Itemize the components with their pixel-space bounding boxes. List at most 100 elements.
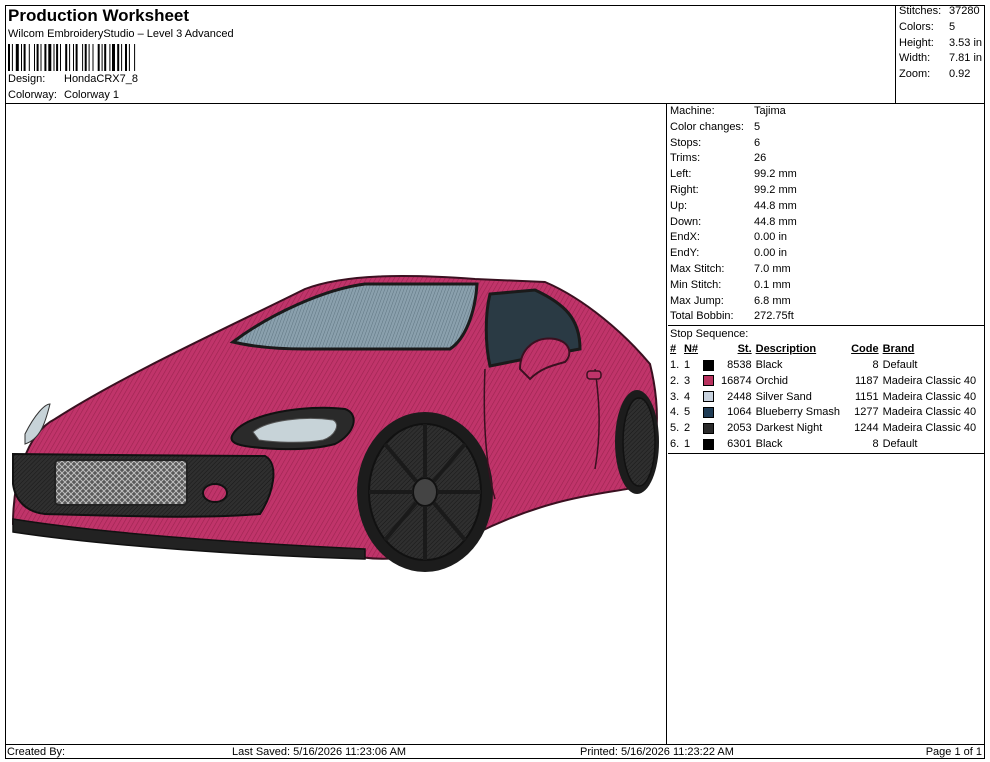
- stop-needle: 1: [683, 437, 691, 450]
- machine-info-row: Max Stitch: 7.0 mm: [668, 262, 985, 278]
- machine-info-row: Down: 44.8 mm: [668, 215, 985, 231]
- stop-code: 1244: [854, 422, 879, 435]
- machine-info-value: 26: [754, 152, 767, 165]
- table-row: 3. 4 2448 Silver Sand 1151 Madeira Classic 40: [668, 390, 984, 406]
- machine-info-value: 0.00 in: [754, 247, 788, 260]
- machine-info-value: 99.2 mm: [754, 168, 797, 181]
- stop-stitches: 6301: [727, 437, 752, 450]
- machine-info-label: Stops:: [670, 136, 702, 149]
- worksheet-header: Production Worksheet Wilcom EmbroiderySt…: [5, 5, 985, 104]
- barcode-icon: [8, 44, 136, 71]
- stop-num: 5.: [670, 422, 680, 435]
- table-row: 5. 2 2053 Darkest Night 1244 Madeira Classic …: [668, 421, 984, 437]
- machine-info-row: Color changes: 5: [668, 120, 985, 136]
- created-by: Created By:: [7, 746, 66, 758]
- table-row: 2. 3 16874 Orchid 1187 Madeira Classic 40: [668, 374, 984, 390]
- stop-code: 1187: [854, 374, 879, 387]
- stop-needle: 1: [683, 358, 691, 371]
- stop-description: Black: [755, 437, 783, 450]
- machine-info-label: Up:: [670, 199, 688, 212]
- machine-info-value: 44.8 mm: [754, 215, 797, 228]
- stop-stitches: 8538: [727, 358, 752, 371]
- width-label: Width:: [899, 52, 931, 64]
- machine-info-row: Up: 44.8 mm: [668, 199, 985, 215]
- color-swatch: [701, 437, 717, 453]
- machine-info-value: 272.75ft: [754, 310, 794, 323]
- machine-info-label: Total Bobbin:: [670, 310, 734, 323]
- machine-info-row: Machine: Tajima: [668, 104, 985, 120]
- swatch-icon: [703, 375, 715, 387]
- swatch-icon: [703, 422, 715, 434]
- stop-stitches: 1064: [727, 406, 752, 419]
- col-code: Code: [851, 343, 879, 356]
- width-value: 7.81 in: [949, 52, 983, 64]
- machine-info-value: 5: [754, 120, 761, 133]
- machine-info-value: 7.0 mm: [754, 262, 791, 275]
- machine-info-value: Tajima: [754, 105, 786, 117]
- swatch-icon: [703, 359, 715, 371]
- design-label: Design:: [8, 73, 46, 85]
- colorway-label: Colorway:: [8, 89, 57, 101]
- machine-info-row: Trims: 26: [668, 151, 985, 167]
- machine-info-label: Max Stitch:: [670, 262, 725, 275]
- design-row: Design: HondaCRX7_8: [8, 73, 138, 85]
- machine-info-row: Right: 99.2 mm: [668, 183, 985, 199]
- zoom-label: Zoom:: [899, 68, 931, 80]
- stop-code: 1277: [854, 406, 879, 419]
- stop-num: 4.: [670, 406, 680, 419]
- stop-stitches: 2053: [727, 422, 752, 435]
- zoom-value: 0.92: [949, 68, 971, 80]
- machine-info-row: EndX: 0.00 in: [668, 230, 985, 246]
- stop-table-header: # N# St. Description Code Brand: [668, 342, 984, 358]
- page-number: Page 1 of 1: [925, 746, 982, 758]
- stop-needle: 4: [683, 390, 691, 403]
- machine-info-value: 6.8 mm: [754, 294, 791, 307]
- stop-description: Orchid: [755, 374, 789, 387]
- machine-info-row: Total Bobbin: 272.75ft: [668, 309, 985, 325]
- stop-brand: Madeira Classic 40: [882, 422, 977, 435]
- machine-info-panel: Machine: Tajima Color changes: 5 Stops: 6 Trim…: [668, 104, 985, 454]
- col-swatch: [701, 342, 717, 358]
- color-swatch: [701, 390, 717, 406]
- machine-info-label: Max Jump:: [670, 294, 724, 307]
- printed-date: Printed: 5/16/2026 11:23:22 AM: [580, 746, 734, 758]
- machine-info-label: Left:: [670, 168, 692, 181]
- stop-needle: 5: [683, 406, 691, 419]
- machine-info-row: Min Stitch: 0.1 mm: [668, 278, 985, 294]
- stop-code: 8: [872, 437, 879, 450]
- col-description: Description: [755, 343, 817, 356]
- col-num: #: [670, 343, 677, 356]
- stitches-row: Stitches: 37280: [899, 5, 980, 17]
- machine-info-label: Right:: [670, 183, 699, 196]
- stop-code: 1151: [854, 390, 879, 403]
- stop-num: 1.: [670, 358, 680, 371]
- front-wheel: [357, 412, 493, 572]
- machine-info-label: Machine:: [670, 105, 715, 117]
- height-value: 3.53 in: [949, 37, 983, 49]
- col-needle: N#: [683, 343, 699, 356]
- stats-panel: Stitches: 37280 Colors: 5 Height: 3.53 in W…: [895, 5, 985, 104]
- machine-info-value: 0.00 in: [754, 231, 788, 244]
- colorway-value: Colorway 1: [64, 89, 120, 101]
- fog-light: [202, 483, 228, 503]
- stop-brand: Madeira Classic 40: [882, 406, 977, 419]
- col-stitches: St.: [737, 343, 752, 356]
- height-row: Height: 3.53 in: [899, 37, 982, 49]
- stop-brand: Madeira Classic 40: [882, 374, 977, 387]
- machine-info-label: EndY:: [670, 247, 700, 260]
- stitches-label: Stitches:: [899, 5, 942, 17]
- software-subtitle: Wilcom EmbroideryStudio – Level 3 Advanc…: [8, 28, 234, 40]
- colors-row: Colors: 5: [899, 21, 955, 33]
- machine-info-label: Trims:: [670, 152, 701, 165]
- table-row: 1. 1 8538 Black 8 Default: [668, 358, 984, 374]
- stop-sequence-title: Stop Sequence:: [670, 328, 749, 341]
- machine-info-label: EndX:: [670, 231, 700, 244]
- stop-num: 6.: [670, 437, 680, 450]
- swatch-icon: [703, 438, 715, 450]
- color-swatch: [701, 421, 717, 437]
- grille-mesh: [54, 459, 188, 506]
- swatch-icon: [703, 391, 715, 403]
- machine-info-label: Min Stitch:: [670, 278, 722, 291]
- rear-wheel: [615, 390, 659, 494]
- machine-info-row: Max Jump: 6.8 mm: [668, 294, 985, 310]
